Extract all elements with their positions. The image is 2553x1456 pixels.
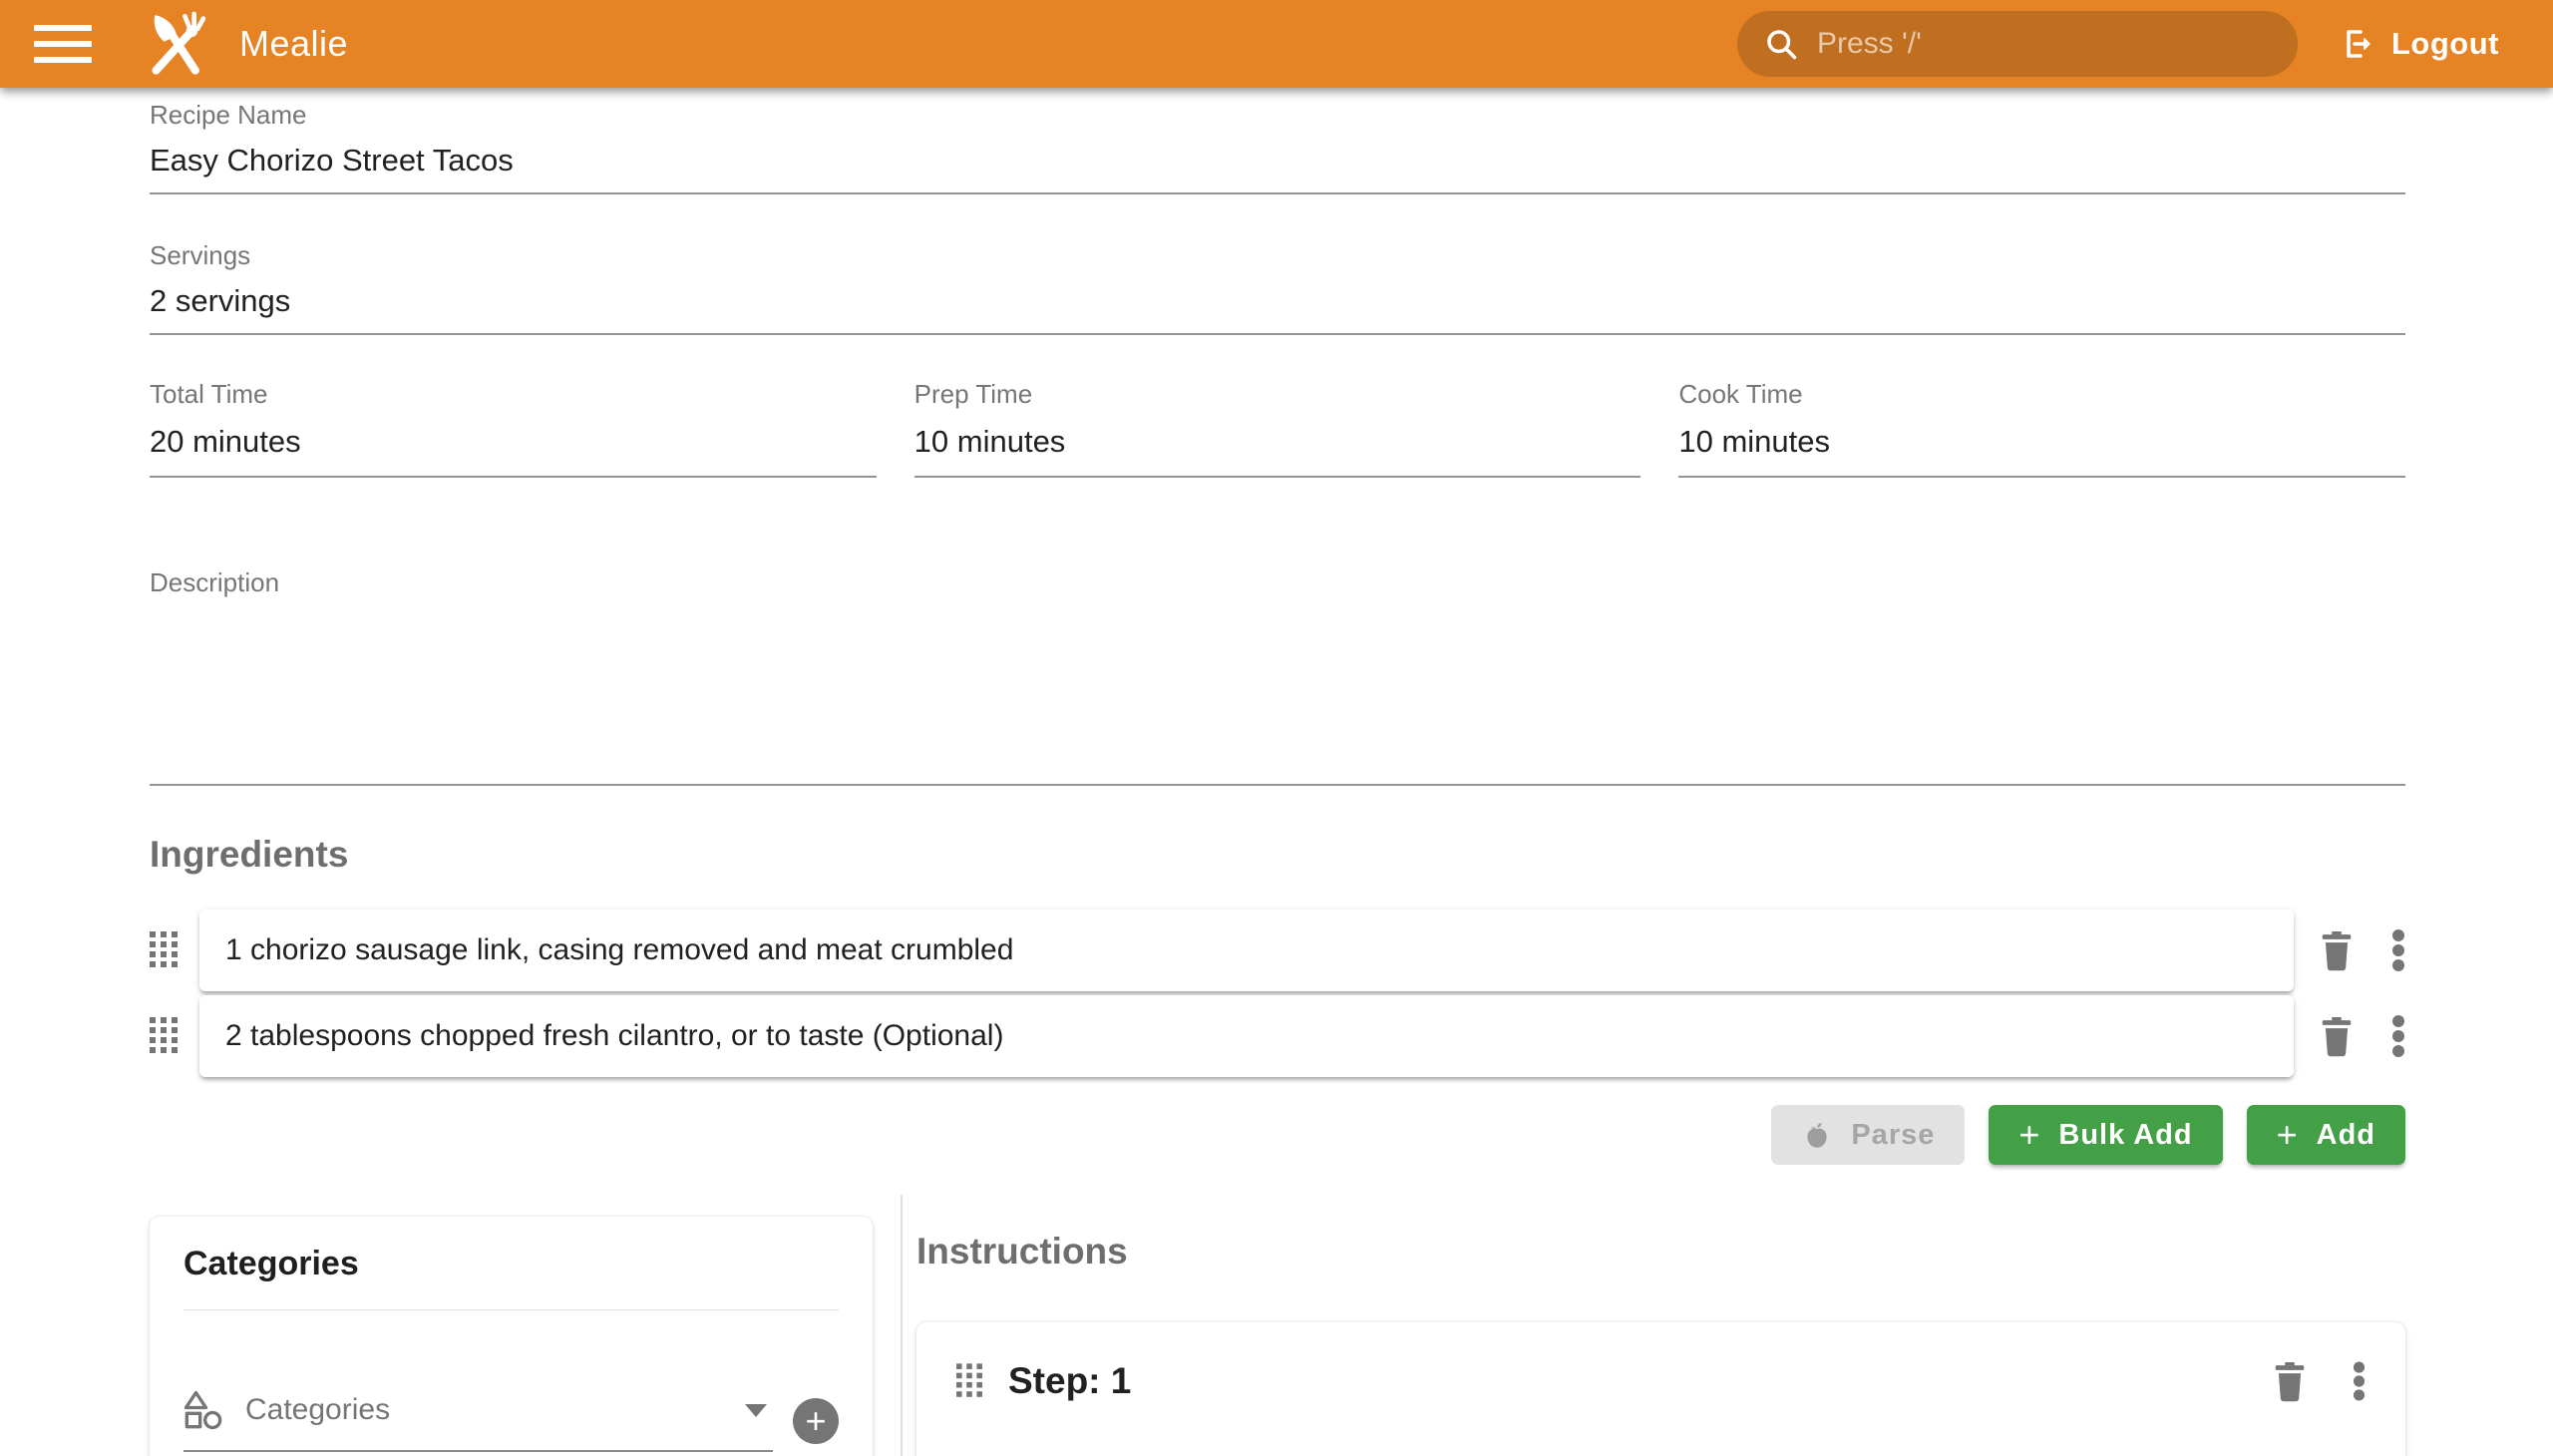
chevron-down-icon [745,1404,767,1417]
servings-field: Servings [150,240,2405,335]
ingredient-input[interactable] [225,933,2268,967]
bulk-add-label: Bulk Add [2058,1119,2192,1152]
logout-icon [2340,26,2375,62]
ingredient-actions [2318,928,2405,972]
description-input[interactable] [150,608,2405,786]
apple-icon [1801,1119,1833,1151]
prep-time-field: Prep Time [914,379,1641,478]
time-fields-row: Total Time Prep Time Cook Time [150,379,2405,478]
drag-handle-icon[interactable] [150,931,178,969]
categories-select-label: Categories [245,1393,390,1427]
search-input[interactable] [1817,27,2272,61]
recipe-name-label: Recipe Name [150,100,2405,131]
recipe-editor: Recipe Name Servings Total Time Prep Tim… [0,88,2553,1456]
servings-label: Servings [150,240,2405,271]
ingredient-buttons-row: Parse + Bulk Add + Add [150,1105,2405,1165]
menu-icon[interactable] [34,23,92,65]
add-button[interactable]: + Add [2247,1105,2405,1165]
plus-icon: + [2277,1117,2299,1153]
cook-time-input[interactable] [1678,424,2405,478]
ingredient-card [199,995,2294,1077]
ingredient-card [199,910,2294,991]
ingredient-row [150,995,2405,1077]
cook-time-field: Cook Time [1678,379,2405,478]
description-label: Description [150,567,2405,598]
add-category-button[interactable]: + [793,1398,839,1444]
app-title: Mealie [239,23,348,65]
categories-card: Categories Categories [150,1217,873,1456]
plus-icon: + [2018,1117,2040,1153]
delete-ingredient-icon[interactable] [2318,929,2356,971]
plus-icon: + [805,1403,826,1439]
drag-handle-icon[interactable] [956,1363,982,1399]
ingredient-actions [2318,1014,2405,1058]
categories-select[interactable]: Categories [183,1390,773,1452]
search-icon [1763,26,1799,62]
prep-time-label: Prep Time [914,379,1641,410]
search-bar[interactable] [1737,11,2298,77]
total-time-field: Total Time [150,379,877,478]
add-label: Add [2317,1119,2375,1152]
recipe-name-field: Recipe Name [150,88,2405,194]
prep-time-input[interactable] [914,424,1641,478]
delete-step-icon[interactable] [2271,1360,2309,1402]
logout-label: Logout [2391,26,2499,62]
total-time-input[interactable] [150,424,877,478]
step-card: Step: 1 [916,1322,2405,1456]
shapes-icon [183,1390,223,1430]
total-time-label: Total Time [150,379,877,410]
lower-columns: Categories Categories [150,1195,2405,1456]
drag-handle-icon[interactable] [150,1017,178,1055]
mealie-logo-icon [138,7,211,81]
recipe-name-input[interactable] [150,143,2405,194]
parse-button[interactable]: Parse [1771,1105,1965,1165]
description-field: Description [150,567,2405,786]
delete-ingredient-icon[interactable] [2318,1015,2356,1057]
parse-label: Parse [1851,1119,1935,1152]
categories-column: Categories Categories [150,1195,903,1456]
ingredients-heading: Ingredients [150,834,2405,876]
instructions-column: Instructions Step: 1 [903,1195,2405,1456]
ingredient-row [150,910,2405,991]
step-menu-kebab-icon[interactable] [2353,1360,2366,1402]
ingredient-menu-kebab-icon[interactable] [2391,928,2405,972]
logout-button[interactable]: Logout [2340,26,2499,62]
step-actions [2271,1360,2366,1402]
categories-card-title: Categories [183,1245,839,1310]
bulk-add-button[interactable]: + Bulk Add [1989,1105,2222,1165]
ingredient-menu-kebab-icon[interactable] [2391,1014,2405,1058]
instructions-heading: Instructions [916,1231,2405,1273]
ingredient-input[interactable] [225,1019,2268,1053]
step-header: Step: 1 [956,1360,2366,1402]
cook-time-label: Cook Time [1678,379,2405,410]
step-title: Step: 1 [1008,1360,1131,1402]
app-bar: Mealie Logout [0,0,2553,88]
servings-input[interactable] [150,283,2405,335]
categories-select-row: Categories + [183,1390,839,1452]
